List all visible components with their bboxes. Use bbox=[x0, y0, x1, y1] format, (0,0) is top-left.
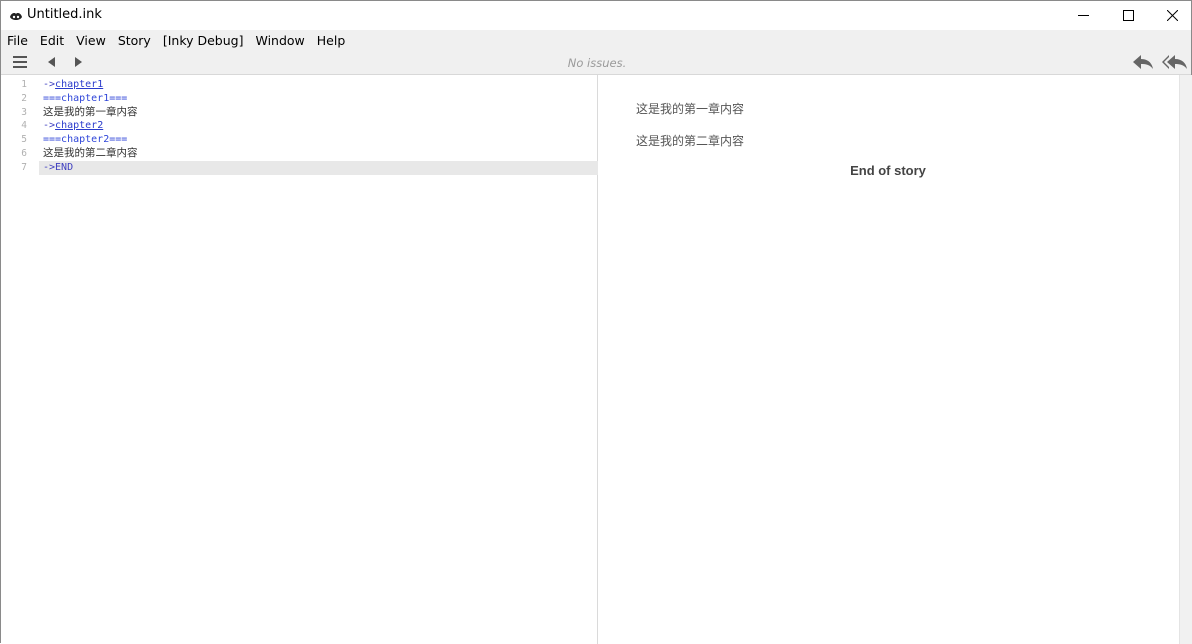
line-number: 5 bbox=[21, 134, 27, 146]
editor-line: 2 ===chapter1=== bbox=[1, 92, 598, 106]
code-editor[interactable]: 1 ->chapter1 2 ===chapter1=== 3 这是我的第一章内… bbox=[1, 75, 598, 644]
editor-line: 5 ===chapter2=== bbox=[1, 133, 598, 147]
line-number: 6 bbox=[21, 148, 27, 159]
editor-line: 7 ->END bbox=[1, 161, 598, 175]
editor-line: 6 这是我的第二章内容 bbox=[1, 147, 598, 161]
menu-file[interactable]: File bbox=[1, 33, 34, 48]
rewind-all-icon[interactable] bbox=[1161, 53, 1189, 71]
story-text: 这是我的第二章内容 bbox=[43, 147, 138, 159]
maximize-button[interactable] bbox=[1105, 1, 1151, 30]
menu-edit[interactable]: Edit bbox=[34, 33, 70, 48]
menu-inky-debug[interactable]: [Inky Debug] bbox=[157, 33, 250, 48]
story-player: 这是我的第一章内容 这是我的第二章内容 End of story bbox=[598, 75, 1192, 644]
line-number: 7 bbox=[21, 161, 27, 173]
menu-help[interactable]: Help bbox=[311, 33, 352, 48]
story-text: 这是我的第一章内容 bbox=[43, 105, 138, 118]
end-of-story-label: End of story bbox=[850, 163, 926, 178]
divert-target-link[interactable]: chapter1 bbox=[55, 79, 103, 90]
line-number: 3 bbox=[21, 106, 27, 118]
story-paragraph: 这是我的第二章内容 bbox=[636, 134, 745, 148]
menu-bar: File Edit View Story [Inky Debug] Window… bbox=[1, 30, 1191, 50]
player-scrollbar[interactable] bbox=[1179, 75, 1192, 644]
divert-arrow: -> bbox=[43, 120, 56, 132]
divert-target-link[interactable]: chapter2 bbox=[55, 120, 103, 131]
divert-end: ->END bbox=[43, 161, 74, 173]
editor-line: 3 这是我的第一章内容 bbox=[1, 106, 598, 120]
line-number: 4 bbox=[21, 120, 27, 132]
menu-view[interactable]: View bbox=[70, 33, 112, 48]
rewind-icon[interactable] bbox=[1131, 53, 1155, 71]
story-paragraph: 这是我的第一章内容 bbox=[636, 102, 745, 116]
window-title: Untitled.ink bbox=[27, 7, 102, 22]
app-window: Untitled.ink File Edit View Story [Inky … bbox=[0, 0, 1192, 644]
menu-window[interactable]: Window bbox=[249, 33, 310, 48]
knot-header: ===chapter1=== bbox=[43, 92, 128, 104]
menu-story[interactable]: Story bbox=[112, 33, 157, 48]
inky-app-icon bbox=[9, 9, 23, 23]
divert-arrow: -> bbox=[43, 79, 56, 90]
minimize-button[interactable] bbox=[1060, 1, 1106, 30]
issues-status: No issues. bbox=[567, 56, 627, 70]
title-bar: Untitled.ink bbox=[1, 1, 1191, 30]
toolbar: No issues. bbox=[1, 50, 1191, 75]
line-number: 2 bbox=[21, 92, 27, 104]
close-button[interactable] bbox=[1149, 1, 1192, 30]
editor-line: 1 ->chapter1 bbox=[1, 78, 598, 92]
knot-header: ===chapter2=== bbox=[43, 134, 128, 146]
editor-line: 4 ->chapter2 bbox=[1, 119, 598, 133]
line-number: 1 bbox=[21, 79, 27, 90]
